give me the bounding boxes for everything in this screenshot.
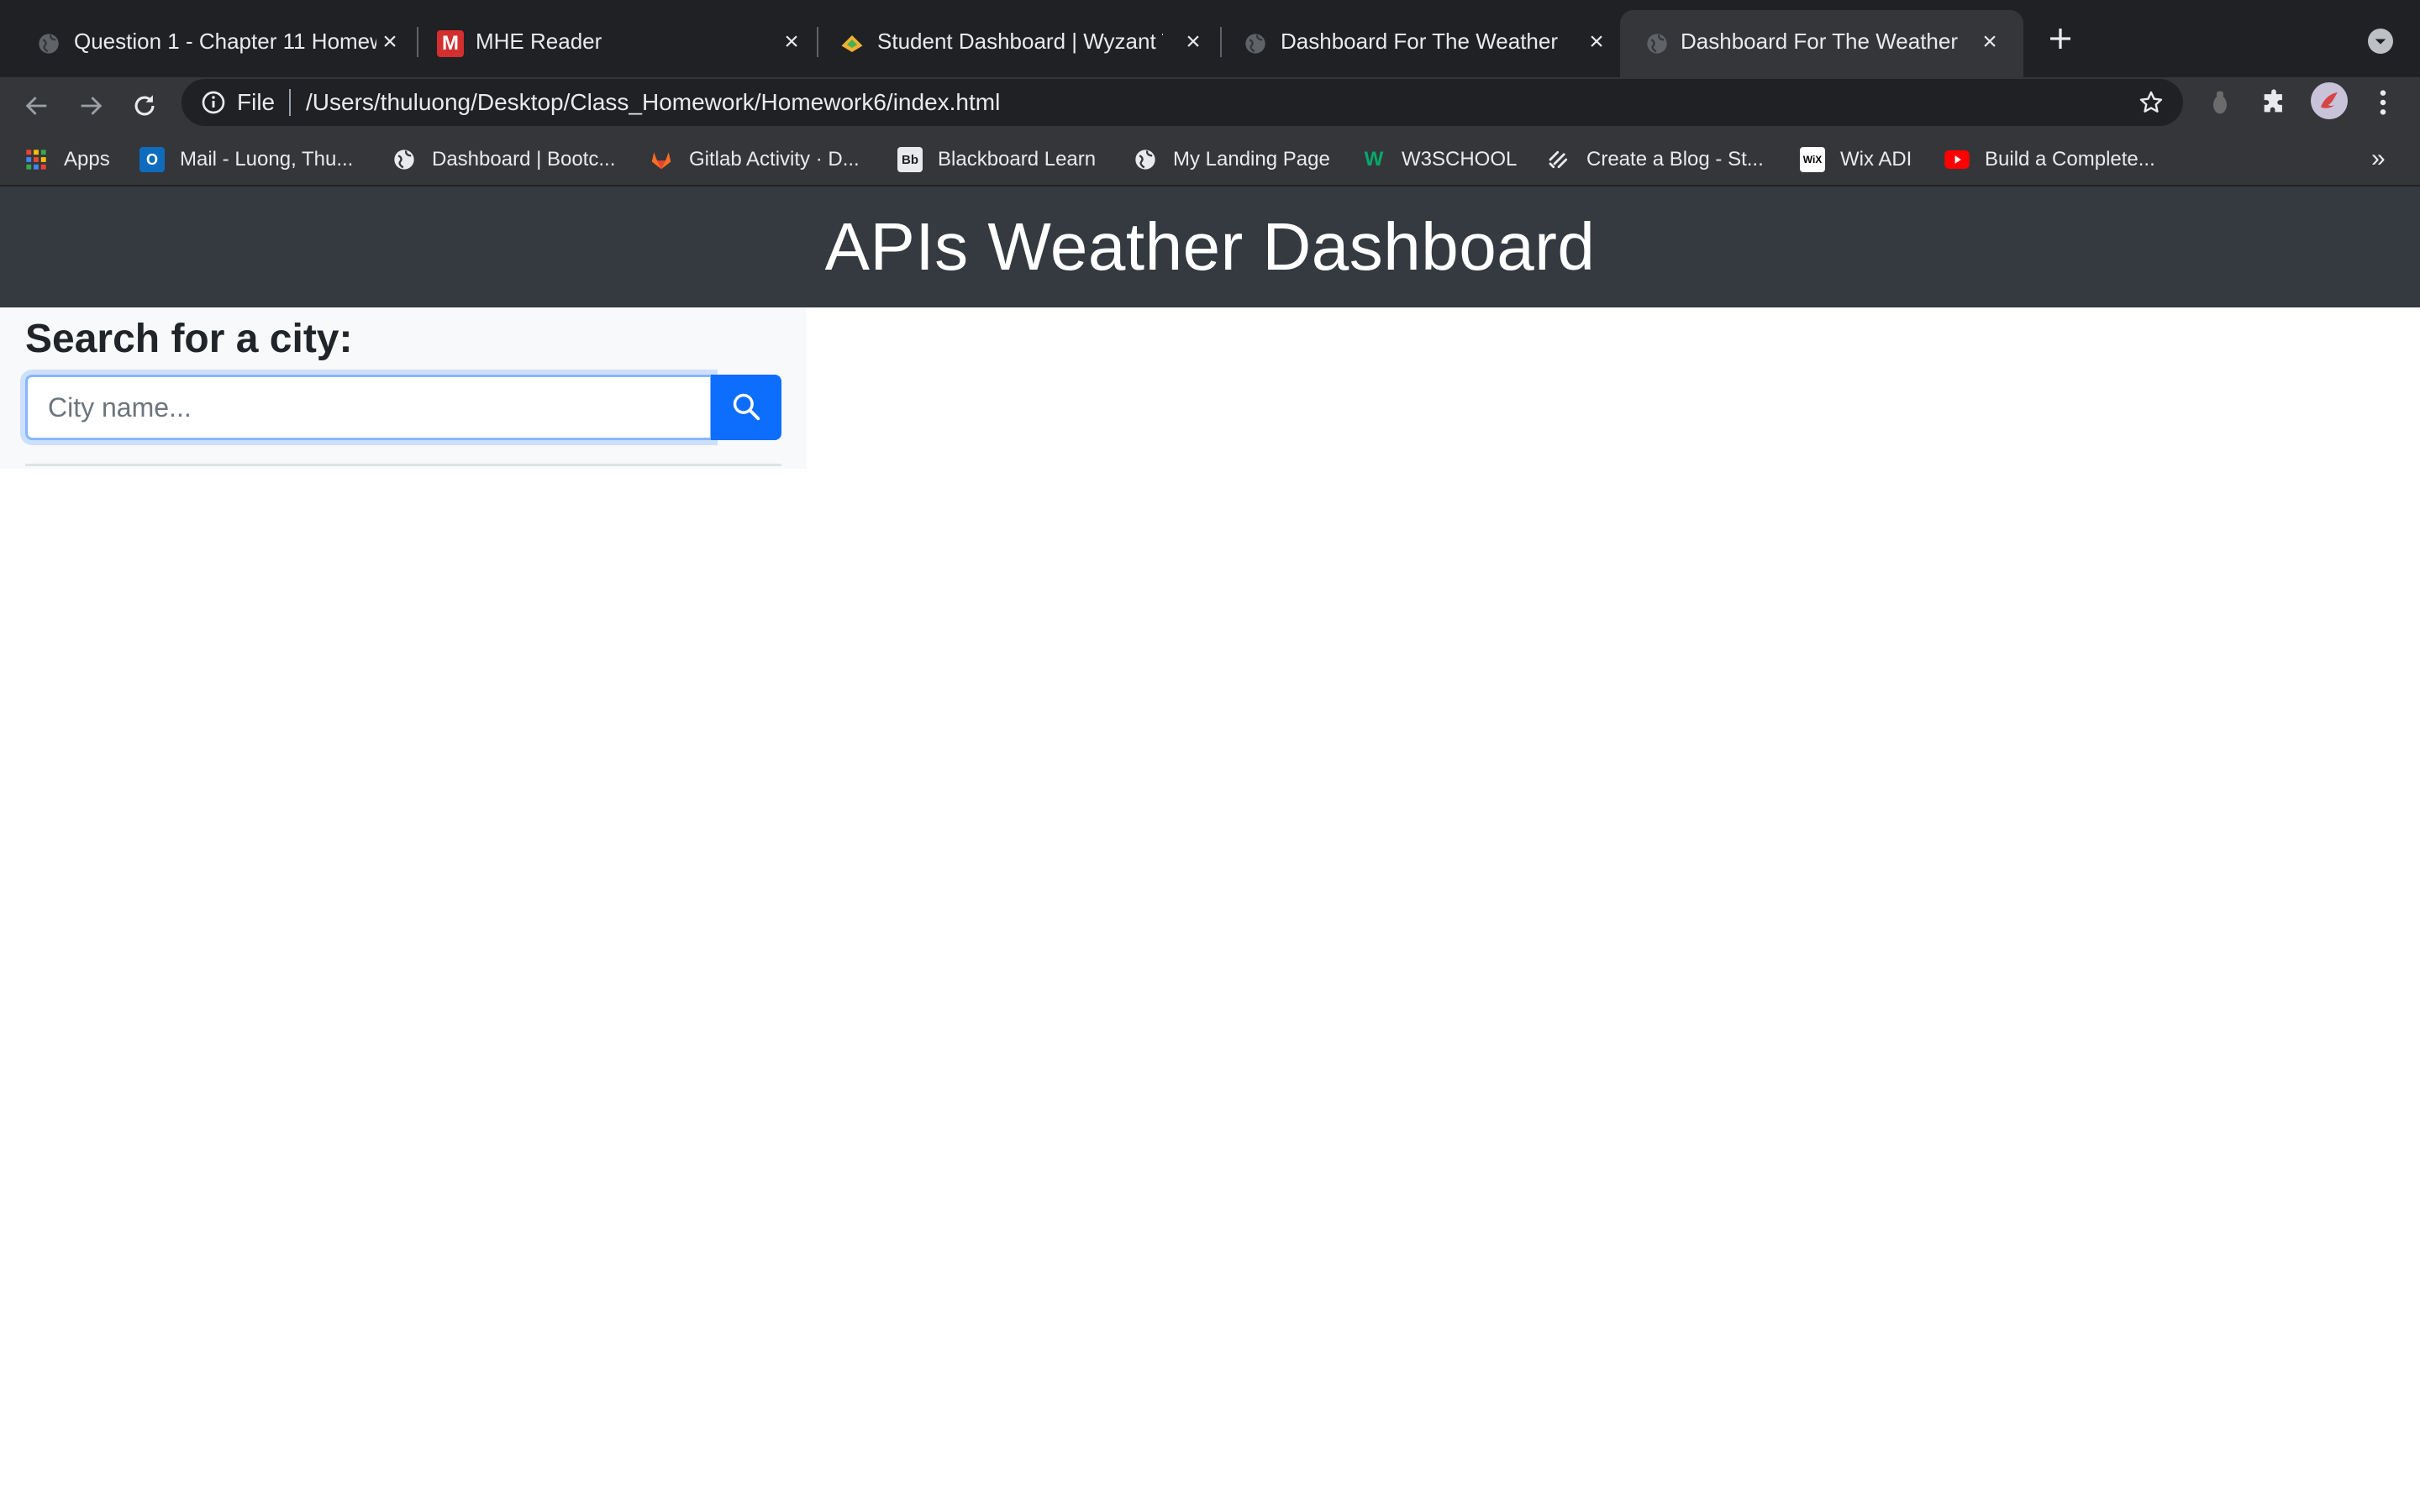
close-tab-icon[interactable]: ×	[778, 28, 805, 55]
bookmark-gitlab[interactable]: Gitlab Activity · D...	[649, 143, 860, 176]
mhe-logo-icon: M	[437, 30, 464, 57]
bookmarks-overflow-icon[interactable]: »	[2371, 144, 2386, 173]
browser-tab[interactable]: Question 1 - Chapter 11 Homew ×	[0, 10, 420, 77]
bookmark-star-icon[interactable]	[2138, 89, 2165, 116]
search-button[interactable]	[711, 375, 781, 440]
globe-icon	[1242, 30, 1269, 57]
info-icon[interactable]	[200, 89, 227, 116]
extension-icon[interactable]	[2205, 87, 2235, 118]
wix-icon: WiX	[1800, 147, 1825, 172]
apps-grid-icon	[24, 147, 49, 172]
page-viewport: APIs Weather Dashboard Search for a city…	[0, 186, 2420, 1512]
puzzle-extensions-icon[interactable]	[2259, 87, 2289, 118]
bookmark-label: My Landing Page	[1173, 148, 1330, 171]
squarespace-icon	[1546, 147, 1571, 172]
close-tab-icon[interactable]: ×	[1180, 28, 1207, 55]
city-search-input[interactable]	[25, 375, 713, 440]
menu-kebab-icon[interactable]	[2368, 87, 2398, 118]
globe-icon	[392, 147, 417, 172]
address-separator	[289, 89, 291, 116]
bookmark-landing-page[interactable]: My Landing Page	[1133, 143, 1330, 176]
close-tab-icon[interactable]: ×	[1583, 28, 1610, 55]
youtube-icon	[1944, 147, 1970, 172]
url-text[interactable]: /Users/thuluong/Desktop/Class_Homework/H…	[306, 89, 1000, 116]
bookmark-label: Wix ADI	[1840, 148, 1912, 171]
bookmark-youtube[interactable]: Build a Complete...	[1944, 143, 2155, 176]
close-tab-icon[interactable]: ×	[1976, 28, 2003, 55]
browser-tab[interactable]: Dashboard For The Weather ×	[1207, 10, 1627, 77]
gitlab-icon	[649, 147, 674, 172]
browser-tab-strip: Question 1 - Chapter 11 Homew × M MHE Re…	[0, 0, 2420, 77]
address-bar[interactable]: File /Users/thuluong/Desktop/Class_Homew…	[182, 79, 2183, 126]
bookmark-label: Apps	[64, 148, 110, 171]
globe-icon	[1644, 30, 1670, 57]
bookmark-w3school[interactable]: W W3SCHOOL	[1361, 143, 1518, 176]
blackboard-icon: Bb	[897, 147, 923, 172]
forward-arrow-icon[interactable]	[74, 89, 108, 123]
search-heading: Search for a city:	[25, 317, 353, 361]
globe-icon	[35, 30, 62, 57]
back-arrow-icon[interactable]	[20, 89, 54, 123]
tab-title: Dashboard For The Weather	[1281, 29, 1558, 54]
new-tab-icon[interactable]	[2045, 24, 2075, 54]
bookmark-label: W3SCHOOL	[1402, 148, 1518, 171]
bookmark-dashboard-bootcamp[interactable]: Dashboard | Bootc...	[392, 143, 615, 176]
tab-title: Student Dashboard | Wyzant Tu	[877, 29, 1163, 54]
outlook-icon: O	[139, 147, 165, 172]
globe-icon	[1133, 147, 1158, 172]
page-header: APIs Weather Dashboard	[0, 186, 2420, 307]
browser-tab[interactable]: Student Dashboard | Wyzant Tu ×	[803, 10, 1223, 77]
bookmark-label: Gitlab Activity · D...	[689, 148, 860, 171]
close-tab-icon[interactable]: ×	[376, 28, 403, 55]
page-title: APIs Weather Dashboard	[824, 209, 1596, 284]
browser-tab-active[interactable]: Dashboard For The Weather ×	[1620, 10, 2023, 77]
wyzant-icon	[839, 30, 865, 57]
reload-icon[interactable]	[128, 89, 161, 123]
browser-tab[interactable]: M MHE Reader ×	[402, 10, 822, 77]
bookmark-label: Blackboard Learn	[938, 148, 1097, 171]
bookmark-label: Create a Blog - St...	[1586, 148, 1764, 171]
bookmark-label: Dashboard | Bootc...	[432, 148, 616, 171]
bookmark-wix[interactable]: WiX Wix ADI	[1800, 143, 1912, 176]
bookmark-label: Build a Complete...	[1985, 148, 2155, 171]
profile-avatar[interactable]	[2311, 82, 2348, 119]
bookmark-squarespace[interactable]: Create a Blog - St...	[1546, 143, 1764, 176]
bookmark-apps[interactable]: Apps	[24, 143, 110, 176]
w3-icon: W	[1364, 148, 1384, 171]
tab-title: MHE Reader	[476, 29, 602, 54]
bookmarks-bar: Apps O Mail - Luong, Thu... Dashboard | …	[0, 134, 2420, 186]
bookmark-mail[interactable]: O Mail - Luong, Thu...	[139, 143, 353, 176]
search-history-divider	[25, 464, 781, 466]
tab-search-icon[interactable]	[2368, 29, 2393, 54]
url-scheme-label: File	[237, 89, 276, 115]
tab-title: Dashboard For The Weather	[1681, 29, 1958, 54]
tab-title: Question 1 - Chapter 11 Homew	[74, 29, 376, 54]
search-sidebar: Search for a city:	[0, 307, 807, 469]
search-icon	[730, 391, 762, 425]
bookmark-label: Mail - Luong, Thu...	[180, 148, 354, 171]
bookmark-blackboard[interactable]: Bb Blackboard Learn	[897, 143, 1096, 176]
